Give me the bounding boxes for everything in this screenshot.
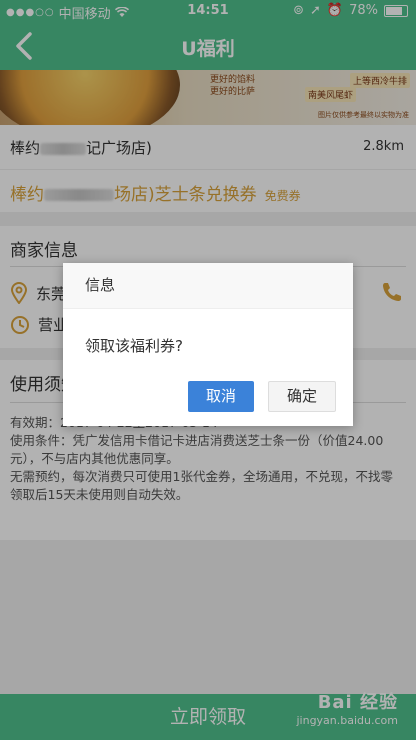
confirm-dialog: 信息 领取该福利券? 取消 确定 [63,263,353,426]
confirm-button[interactable]: 确定 [268,381,336,412]
dialog-title: 信息 [63,263,353,309]
cancel-button[interactable]: 取消 [188,381,254,412]
dialog-message: 领取该福利券? [85,337,183,355]
